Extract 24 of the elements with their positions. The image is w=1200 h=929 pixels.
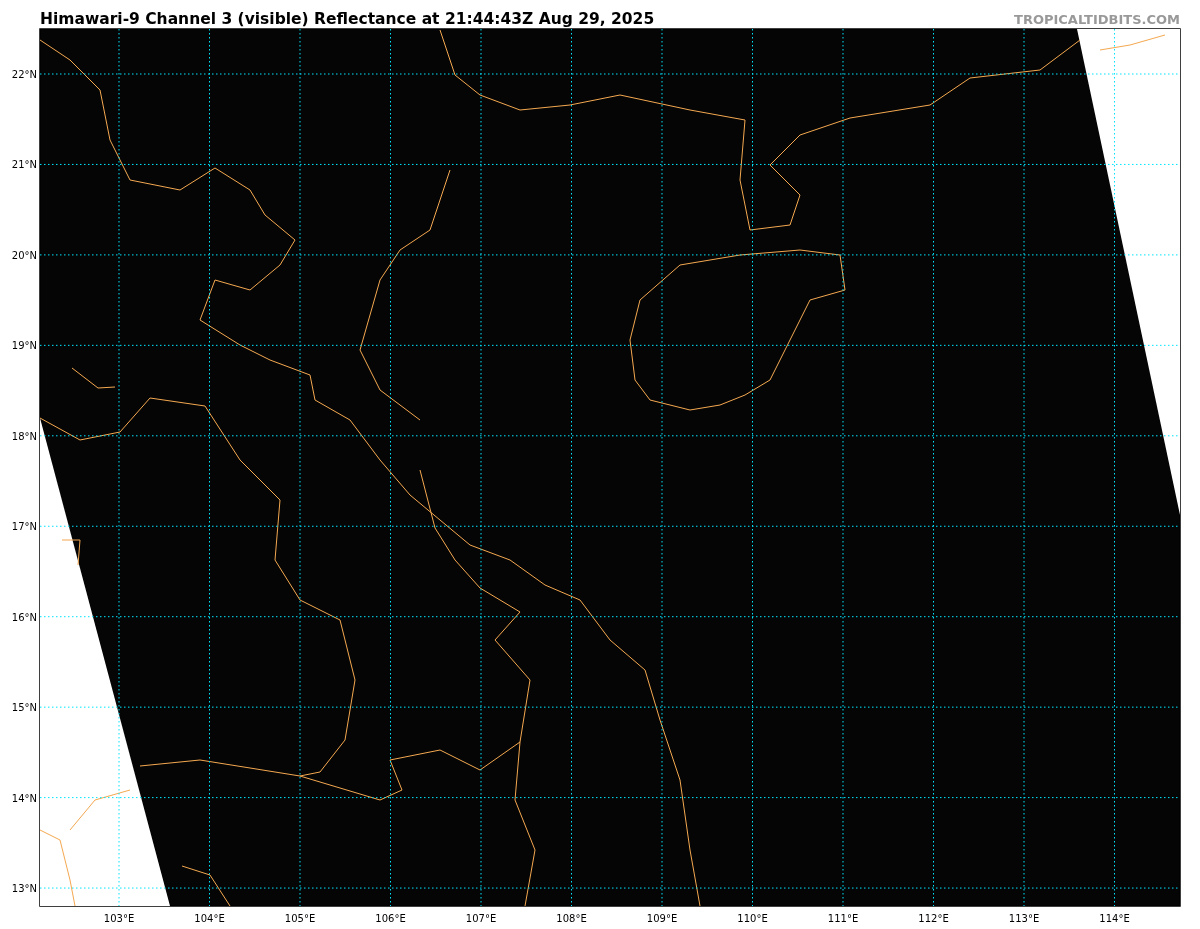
longitude-label: 106°E: [375, 913, 406, 924]
latitude-label: 16°N: [11, 611, 37, 623]
chart-title: Himawari-9 Channel 3 (visible) Reflectance at 21:44:43Z Aug 29, 2025: [40, 10, 655, 28]
latitude-label: 17°N: [11, 520, 37, 532]
longitude-label: 105°E: [284, 913, 316, 924]
longitude-label: 111°E: [827, 913, 859, 924]
longitude-label: 109°E: [646, 913, 678, 924]
latitude-label: 18°N: [11, 430, 37, 442]
longitude-label: 110°E: [737, 913, 768, 924]
latitude-label: 20°N: [11, 249, 37, 261]
latitude-label: 15°N: [11, 701, 37, 713]
longitude-label: 103°E: [103, 913, 135, 924]
longitude-label: 104°E: [194, 913, 225, 924]
latitude-label: 19°N: [11, 339, 37, 351]
latitude-label: 14°N: [11, 792, 37, 804]
longitude-label: 108°E: [556, 913, 587, 924]
credit-text: TROPICALTIDBITS.COM: [1014, 11, 1180, 27]
latitude-label: 21°N: [11, 158, 37, 170]
longitude-label: 112°E: [918, 913, 949, 924]
latitude-label: 22°N: [11, 68, 37, 80]
longitude-label: 107°E: [465, 913, 497, 924]
latitude-label: 13°N: [11, 882, 37, 894]
longitude-label: 113°E: [1008, 913, 1040, 924]
longitude-label: 114°E: [1099, 913, 1130, 924]
